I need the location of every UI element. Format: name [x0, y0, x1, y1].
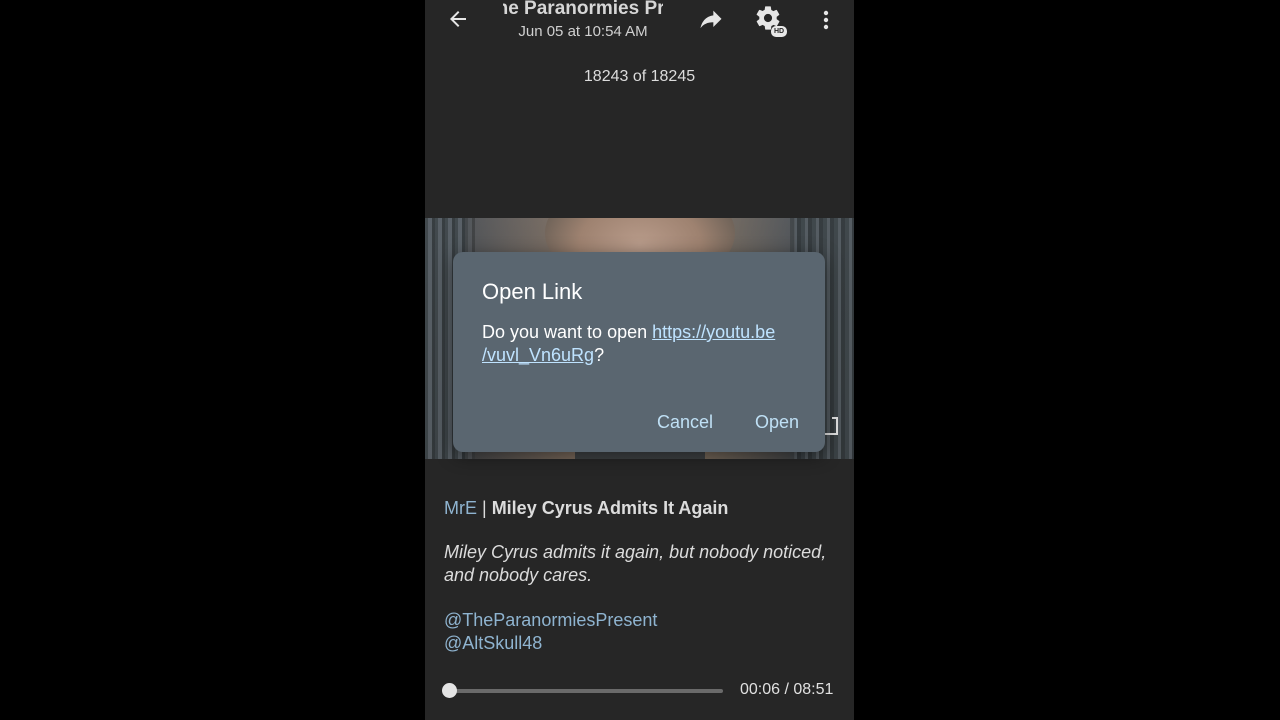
settings-button[interactable]: HD: [754, 4, 788, 38]
open-button[interactable]: Open: [755, 412, 799, 433]
cancel-button[interactable]: Cancel: [657, 412, 713, 433]
chat-header[interactable]: The Paranormies Present Jun 05 at 10:54 …: [503, 0, 663, 43]
dialog-message-prefix: Do you want to open: [482, 322, 653, 342]
playback-time: 00:06 / 08:51: [740, 681, 834, 698]
post-date: Jun 05 at 10:54 AM: [518, 23, 648, 40]
dialog-title: Open Link: [482, 279, 583, 304]
dialog-message-suffix: ?: [594, 345, 605, 365]
mentions: @TheParanormiesPresent @AltSkull48: [444, 609, 839, 655]
seek-knob[interactable]: [442, 683, 458, 698]
more-vertical-icon: [823, 10, 829, 30]
dialog-message: Do you want to open https://youtu.be/vuv…: [482, 321, 802, 367]
video-title: Miley Cyrus Admits It Again: [491, 498, 729, 518]
seek-bar[interactable]: [442, 683, 724, 699]
title-separator: |: [477, 498, 492, 518]
back-arrow-icon: [450, 11, 466, 27]
top-bar: The Paranormies Present Jun 05 at 10:54 …: [425, 0, 854, 60]
seek-track[interactable]: [444, 689, 723, 693]
back-button[interactable]: [443, 4, 473, 34]
open-link-dialog: Open Link Do you want to open https://yo…: [453, 252, 825, 452]
media-counter: 18243 of 18245: [583, 68, 696, 85]
hd-badge: HD: [771, 26, 788, 37]
caption-title-line: MrE | Miley Cyrus Admits It Again: [444, 496, 839, 520]
dialog-url-part1: https://youtu.be: [652, 322, 776, 342]
post-caption: MrE | Miley Cyrus Admits It Again Miley …: [444, 496, 839, 655]
dialog-url-part2: /vuvl_Vn6uRg: [482, 345, 595, 365]
caption-description: Miley Cyrus admits it again, but nobody …: [444, 542, 827, 585]
author-link[interactable]: MrE: [444, 498, 477, 518]
share-button[interactable]: [697, 6, 727, 34]
share-icon: [700, 10, 722, 29]
channel-title: The Paranormies Present: [503, 0, 663, 19]
mention-link[interactable]: @AltSkull48: [444, 632, 839, 655]
more-options-button[interactable]: [817, 6, 835, 34]
mention-link[interactable]: @TheParanormiesPresent: [444, 609, 839, 632]
